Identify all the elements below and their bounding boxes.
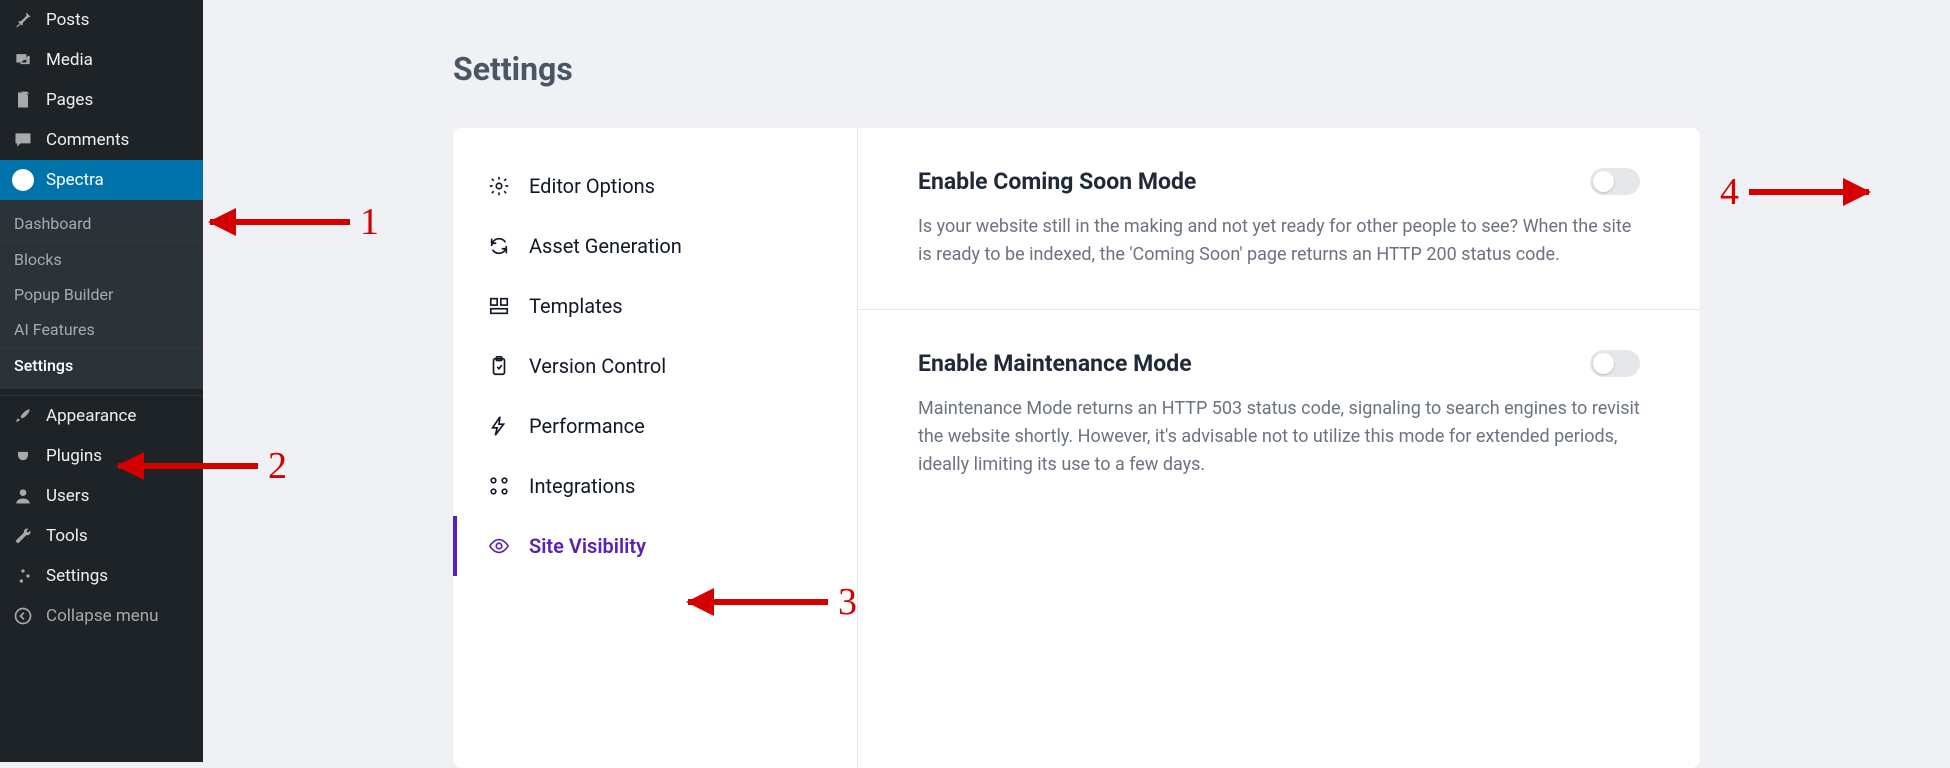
spectra-submenu: Dashboard Blocks Popup Builder AI Featur…	[0, 200, 203, 389]
nav-appearance[interactable]: Appearance	[0, 396, 203, 436]
toggle-coming-soon[interactable]	[1590, 168, 1640, 195]
settings-body: Enable Coming Soon Mode Is your website …	[858, 128, 1700, 768]
nav-pages[interactable]: Pages	[0, 80, 203, 120]
tab-label: Site Visibility	[529, 534, 646, 558]
nav-posts[interactable]: Posts	[0, 0, 203, 40]
setting-title: Enable Maintenance Mode	[918, 350, 1640, 377]
wp-admin-sidebar: Posts Media Pages Comments Spectra Dashb…	[0, 0, 203, 762]
wrench-icon	[12, 525, 34, 547]
gear-icon	[487, 174, 511, 198]
media-icon	[12, 49, 34, 71]
settings-tabs: Editor Options Asset Generation Template…	[453, 128, 858, 768]
nav-label: Comments	[46, 130, 129, 150]
sub-blocks[interactable]: Blocks	[0, 242, 203, 277]
tab-label: Editor Options	[529, 174, 655, 198]
content-area: Settings Editor Options Asset Generation…	[203, 0, 1950, 762]
tab-label: Templates	[529, 294, 623, 318]
nav-plugins[interactable]: Plugins	[0, 436, 203, 476]
setting-desc: Maintenance Mode returns an HTTP 503 sta…	[918, 395, 1640, 479]
nav-label: Plugins	[46, 446, 102, 466]
user-icon	[12, 485, 34, 507]
tab-asset-generation[interactable]: Asset Generation	[453, 216, 857, 276]
plug-icon	[12, 445, 34, 467]
nav-label: Appearance	[46, 406, 136, 426]
nav-users[interactable]: Users	[0, 476, 203, 516]
setting-desc: Is your website still in the making and …	[918, 213, 1640, 269]
nav-collapse[interactable]: Collapse menu	[0, 596, 203, 636]
comment-icon	[12, 129, 34, 151]
setting-maintenance: Enable Maintenance Mode Maintenance Mode…	[858, 310, 1700, 519]
tab-label: Version Control	[529, 354, 666, 378]
tab-integrations[interactable]: Integrations	[453, 456, 857, 516]
nav-label: Media	[46, 50, 93, 70]
toggle-knob	[1593, 171, 1614, 192]
sub-popup-builder[interactable]: Popup Builder	[0, 277, 203, 312]
tab-performance[interactable]: Performance	[453, 396, 857, 456]
pages-icon	[12, 89, 34, 111]
nav-label: Collapse menu	[46, 606, 159, 626]
refresh-icon	[487, 234, 511, 258]
collapse-icon	[12, 605, 34, 627]
brush-icon	[12, 405, 34, 427]
tab-templates[interactable]: Templates	[453, 276, 857, 336]
tab-label: Performance	[529, 414, 645, 438]
nav-tools[interactable]: Tools	[0, 516, 203, 556]
tab-editor-options[interactable]: Editor Options	[453, 156, 857, 216]
clipboard-icon	[487, 354, 511, 378]
nav-label: Settings	[46, 566, 108, 586]
nav-media[interactable]: Media	[0, 40, 203, 80]
nav-settings[interactable]: Settings	[0, 556, 203, 596]
layout-icon	[487, 294, 511, 318]
spectra-icon	[12, 169, 34, 191]
tab-label: Asset Generation	[529, 234, 682, 258]
nav-comments[interactable]: Comments	[0, 120, 203, 160]
setting-coming-soon: Enable Coming Soon Mode Is your website …	[858, 128, 1700, 310]
setting-title: Enable Coming Soon Mode	[918, 168, 1640, 195]
tab-site-visibility[interactable]: Site Visibility	[453, 516, 857, 576]
nav-label: Posts	[46, 10, 89, 30]
eye-icon	[487, 534, 511, 558]
page-title: Settings	[453, 50, 1700, 88]
sub-ai-features[interactable]: AI Features	[0, 312, 203, 347]
bolt-icon	[487, 414, 511, 438]
grid-icon	[487, 474, 511, 498]
sub-dashboard[interactable]: Dashboard	[0, 206, 203, 241]
tab-version-control[interactable]: Version Control	[453, 336, 857, 396]
toggle-knob	[1593, 353, 1614, 374]
nav-spectra[interactable]: Spectra	[0, 160, 203, 200]
nav-label: Users	[46, 486, 89, 506]
nav-label: Pages	[46, 90, 93, 110]
nav-label: Spectra	[46, 170, 104, 190]
nav-label: Tools	[46, 526, 88, 546]
sub-settings[interactable]: Settings	[0, 348, 203, 383]
toggle-maintenance[interactable]	[1590, 350, 1640, 377]
sliders-icon	[12, 565, 34, 587]
pin-icon	[12, 9, 34, 31]
tab-label: Integrations	[529, 474, 635, 498]
settings-panel: Editor Options Asset Generation Template…	[453, 128, 1700, 768]
